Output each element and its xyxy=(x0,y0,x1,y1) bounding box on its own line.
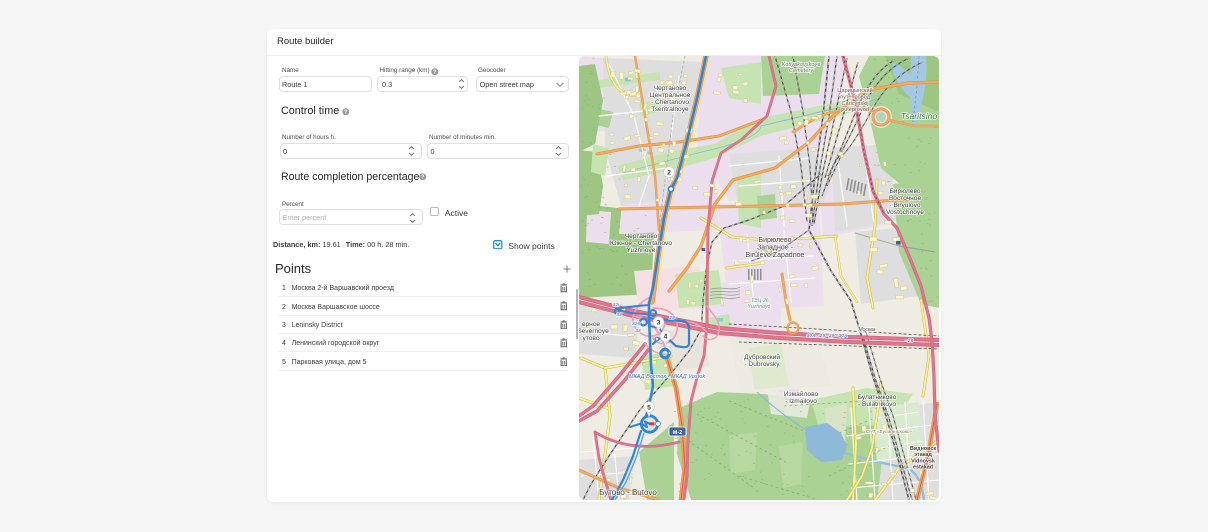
svg-text:Tsaritsino: Tsaritsino xyxy=(901,111,938,121)
svg-text:этакад: этакад xyxy=(914,452,932,458)
svg-text:Бутово - Butovo: Бутово - Butovo xyxy=(599,488,657,497)
svg-text:estakad: estakad xyxy=(913,465,933,471)
svg-text:326: 326 xyxy=(632,321,640,327)
svg-text:Caricynskij: Caricynskij xyxy=(841,101,868,107)
svg-text:30А - 29 - 29 - 30А: 30А - 29 - 29 - 30А xyxy=(807,333,848,339)
svg-text:утово: утово xyxy=(582,335,599,342)
svg-text:2: 2 xyxy=(667,169,671,176)
svg-text:?: ? xyxy=(421,175,424,181)
svg-text:- Chertanovo: - Chertanovo xyxy=(651,99,689,106)
svg-text:Москва: Москва xyxy=(858,327,875,333)
svg-text:Западное -: Западное - xyxy=(757,245,793,252)
svg-text:Cemetery: Cemetery xyxy=(789,68,814,74)
svg-text:Tsentralnoye: Tsentralnoye xyxy=(651,106,689,113)
svg-text:32i: 32i xyxy=(613,302,620,308)
svg-text:- Severnoye: - Severnoye xyxy=(579,328,609,335)
svg-text:МКАД Восток - МКАД Vostok: МКАД Восток - МКАД Vostok xyxy=(629,374,707,380)
svg-text:puteprovod: puteprovod xyxy=(841,107,869,113)
svg-text:3: 3 xyxy=(657,319,661,326)
svg-text:Чертаново: Чертаново xyxy=(625,233,658,240)
svg-text:- 28: - 28 xyxy=(905,338,914,344)
svg-text:- Bulatnikovo: - Bulatnikovo xyxy=(858,401,896,408)
svg-text:?: ? xyxy=(344,109,347,115)
svg-text:Центральное: Центральное xyxy=(650,92,691,99)
svg-text:?: ? xyxy=(433,70,436,76)
svg-text:29: 29 xyxy=(668,315,675,321)
svg-text:33: 33 xyxy=(616,312,622,318)
svg-text:Birûlevo Zapadnoe: Birûlevo Zapadnoe xyxy=(746,252,805,259)
svg-text:5: 5 xyxy=(647,404,651,411)
svg-text:Булатниково: Булатниково xyxy=(858,394,897,401)
svg-text:Vidnovsk: Vidnovsk xyxy=(911,458,935,464)
svg-text:ерное: ерное xyxy=(582,321,601,328)
svg-text:Бирюлево: Бирюлево xyxy=(758,237,791,244)
svg-text:Бирюлево: Бирюлево xyxy=(889,188,920,195)
svg-text:- Biryulovo: - Biryulovo xyxy=(889,202,920,209)
svg-text:Царицынский: Царицынский xyxy=(837,87,872,94)
svg-text:Чертаново: Чертаново xyxy=(654,85,687,92)
svg-text:Восточное: Восточное xyxy=(889,195,922,202)
svg-text:- Izmailovo: - Izmailovo xyxy=(785,398,817,405)
svg-text:Видновск: Видновск xyxy=(910,446,936,452)
svg-text:- Dubrovsky: - Dubrovsky xyxy=(744,361,780,368)
svg-text:4: 4 xyxy=(664,333,668,340)
svg-text:Дубровский: Дубровский xyxy=(744,353,780,361)
svg-text:Южное - Chertanovo: Южное - Chertanovo xyxy=(610,240,672,247)
svg-text:Vostochnoye: Vostochnoye xyxy=(886,209,924,216)
svg-text:M-2: M-2 xyxy=(673,430,682,436)
svg-text:33: 33 xyxy=(635,328,641,334)
svg-text:СНТ «Булатниково»: СНТ «Булатниково» xyxy=(866,429,913,435)
svg-text:путепровод: путепровод xyxy=(840,94,871,100)
svg-text:Yuzhnoye: Yuzhnoye xyxy=(627,247,656,254)
svg-text:Yuzhnoyo: Yuzhnoyo xyxy=(748,304,771,310)
svg-text:Измайлово: Измайлово xyxy=(784,390,819,398)
svg-text:Kotlyakovskoye: Kotlyakovskoye xyxy=(782,62,821,68)
